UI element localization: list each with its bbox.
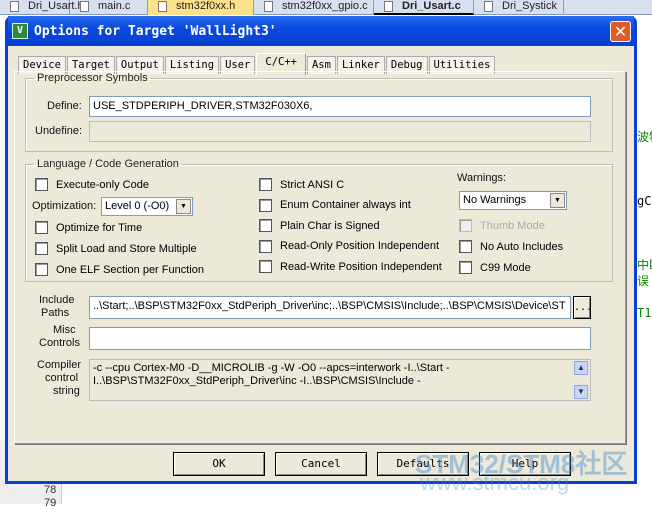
checkbox-label: Plain Char is Signed: [280, 219, 380, 232]
watermark: www.stmcu.org: [420, 470, 570, 495]
compiler-label: Compiler: [37, 359, 82, 371]
checkbox-box[interactable]: [35, 221, 48, 234]
warnings-select[interactable]: No Warnings ▼: [459, 191, 567, 210]
group-title: Preprocessor Symbols: [37, 72, 148, 84]
checkbox-label: Strict ANSI C: [280, 178, 345, 191]
chevron-down-icon[interactable]: ▼: [550, 193, 565, 208]
select-value: Level 0 (-O0): [105, 200, 170, 212]
line-number: 79: [44, 497, 57, 509]
checkbox[interactable]: Thumb Mode: [459, 219, 545, 232]
checkbox[interactable]: Read-Write Position Independent: [259, 260, 442, 273]
misc-label: Misc: [53, 324, 76, 336]
include-label: Paths: [41, 307, 70, 319]
compiler-string-box[interactable]: -c --cpu Cortex-M0 -D__MICROLIB -g -W -O…: [89, 359, 591, 401]
define-label: Define:: [47, 100, 82, 112]
compiler-label: string: [53, 385, 80, 397]
checkbox-label: One ELF Section per Function: [56, 263, 204, 276]
checkbox-box[interactable]: [259, 178, 272, 191]
checkbox-label: Read-Write Position Independent: [280, 260, 442, 273]
checkbox-label: Thumb Mode: [480, 219, 545, 232]
checkbox[interactable]: Plain Char is Signed: [259, 219, 380, 232]
checkbox[interactable]: Strict ANSI C: [259, 178, 344, 191]
ok-button[interactable]: OK: [173, 452, 265, 476]
editor-tab[interactable]: stm32f0xx_gpio.c: [254, 0, 374, 15]
cc-panel: Preprocessor Symbols Define: USE_STDPERI…: [14, 71, 626, 444]
chevron-down-icon[interactable]: ▼: [176, 199, 191, 214]
checkbox-label: Execute-only Code: [56, 178, 149, 191]
checkbox[interactable]: One ELF Section per Function: [35, 263, 204, 276]
editor-tab[interactable]: Dri_Usart.h: [0, 0, 84, 15]
checkbox-box[interactable]: [259, 239, 272, 253]
line-number: 78: [44, 484, 57, 496]
code-fragment: 中断: [637, 258, 652, 272]
checkbox-box[interactable]: [259, 260, 272, 273]
editor-tab-label: Dri_Usart.c: [402, 0, 461, 12]
editor-tab-label: stm32f0xx.h: [176, 0, 236, 12]
checkbox[interactable]: Enum Container always int: [259, 198, 411, 212]
file-icon: [264, 1, 273, 12]
checkbox[interactable]: Read-Only Position Independent: [259, 239, 439, 253]
group-title: Language / Code Generation: [37, 158, 179, 170]
code-fragment: 误: [637, 274, 650, 288]
checkbox-box[interactable]: [259, 198, 272, 212]
checkbox-label: Enum Container always int: [280, 199, 411, 211]
undefine-input[interactable]: [89, 121, 591, 142]
editor-tab-label: Dri_Systick: [502, 0, 558, 12]
checkbox-label: No Auto Includes: [480, 240, 564, 253]
scroll-up-icon[interactable]: ▲: [574, 361, 588, 375]
code-fragment: 波特: [637, 130, 652, 144]
keil-icon: V: [12, 23, 28, 39]
code-fragment: gCo: [637, 194, 652, 208]
close-button[interactable]: ✕: [610, 21, 631, 42]
checkbox-box[interactable]: [35, 242, 48, 255]
optimization-label: Optimization:: [32, 200, 97, 212]
misc-label: Controls: [39, 337, 80, 349]
checkbox-box[interactable]: [35, 263, 48, 276]
scroll-down-icon[interactable]: ▼: [574, 385, 588, 399]
compiler-line: -c --cpu Cortex-M0 -D__MICROLIB -g -W -O…: [93, 362, 450, 374]
select-value: No Warnings: [463, 194, 527, 206]
options-dialog: V Options for Target 'WallLight3' ✕ Devi…: [5, 16, 637, 484]
checkbox-box[interactable]: [35, 178, 48, 191]
cancel-button[interactable]: Cancel: [275, 452, 367, 476]
undefine-label: Undefine:: [35, 125, 83, 137]
checkbox[interactable]: Optimize for Time: [35, 221, 142, 234]
editor-tab-label: stm32f0xx_gpio.c: [282, 0, 368, 12]
define-input[interactable]: USE_STDPERIPH_DRIVER,STM32F030X6,: [89, 96, 591, 117]
file-icon: [158, 1, 167, 12]
editor-tab[interactable]: main.c: [70, 0, 148, 15]
file-icon: [10, 1, 19, 12]
title-bar[interactable]: V Options for Target 'WallLight3' ✕: [8, 16, 634, 46]
checkbox-box[interactable]: [459, 261, 472, 274]
code-fragment: T1: [637, 306, 652, 320]
compiler-label: control: [45, 372, 79, 384]
file-icon: [384, 1, 393, 12]
checkbox[interactable]: C99 Mode: [459, 261, 531, 274]
checkbox-label: C99 Mode: [480, 261, 531, 274]
file-icon: [484, 1, 493, 12]
include-label: Include: [39, 294, 75, 306]
checkbox-box[interactable]: [459, 240, 472, 253]
editor-tab-label: main.c: [98, 0, 131, 12]
optimization-select[interactable]: Level 0 (-O0) ▼: [101, 197, 193, 216]
editor-tab-bar: Dri_Usart.h main.c stm32f0xx.h stm32f0xx_gp…: [0, 0, 652, 15]
editor-tab[interactable]: Dri_Usart.c: [374, 0, 474, 15]
checkbox-box[interactable]: [259, 219, 272, 232]
checkbox[interactable]: Execute-only Code: [35, 178, 149, 191]
checkbox-label: Split Load and Store Multiple: [56, 242, 197, 255]
browse-button[interactable]: ...: [573, 296, 592, 319]
checkbox[interactable]: Split Load and Store Multiple: [35, 242, 197, 255]
warnings-label: Warnings:: [457, 172, 507, 184]
checkbox[interactable]: No Auto Includes: [459, 240, 563, 253]
checkbox-box[interactable]: [459, 219, 472, 232]
dialog-title: Options for Target 'WallLight3': [34, 23, 277, 39]
misc-controls-input[interactable]: [89, 327, 591, 350]
file-icon: [80, 1, 89, 12]
editor-tab[interactable]: Dri_Systick: [474, 0, 564, 15]
compiler-line: I..\BSP\STM32F0xx_StdPeriph_Driver\inc -…: [93, 375, 421, 387]
editor-tab[interactable]: stm32f0xx.h: [148, 0, 254, 15]
checkbox-label: Optimize for Time: [56, 221, 143, 234]
include-paths-input[interactable]: ..\Start;..\BSP\STM32F0xx_StdPeriph_Driv…: [89, 296, 571, 319]
checkbox-label: Read-Only Position Independent: [280, 240, 439, 252]
